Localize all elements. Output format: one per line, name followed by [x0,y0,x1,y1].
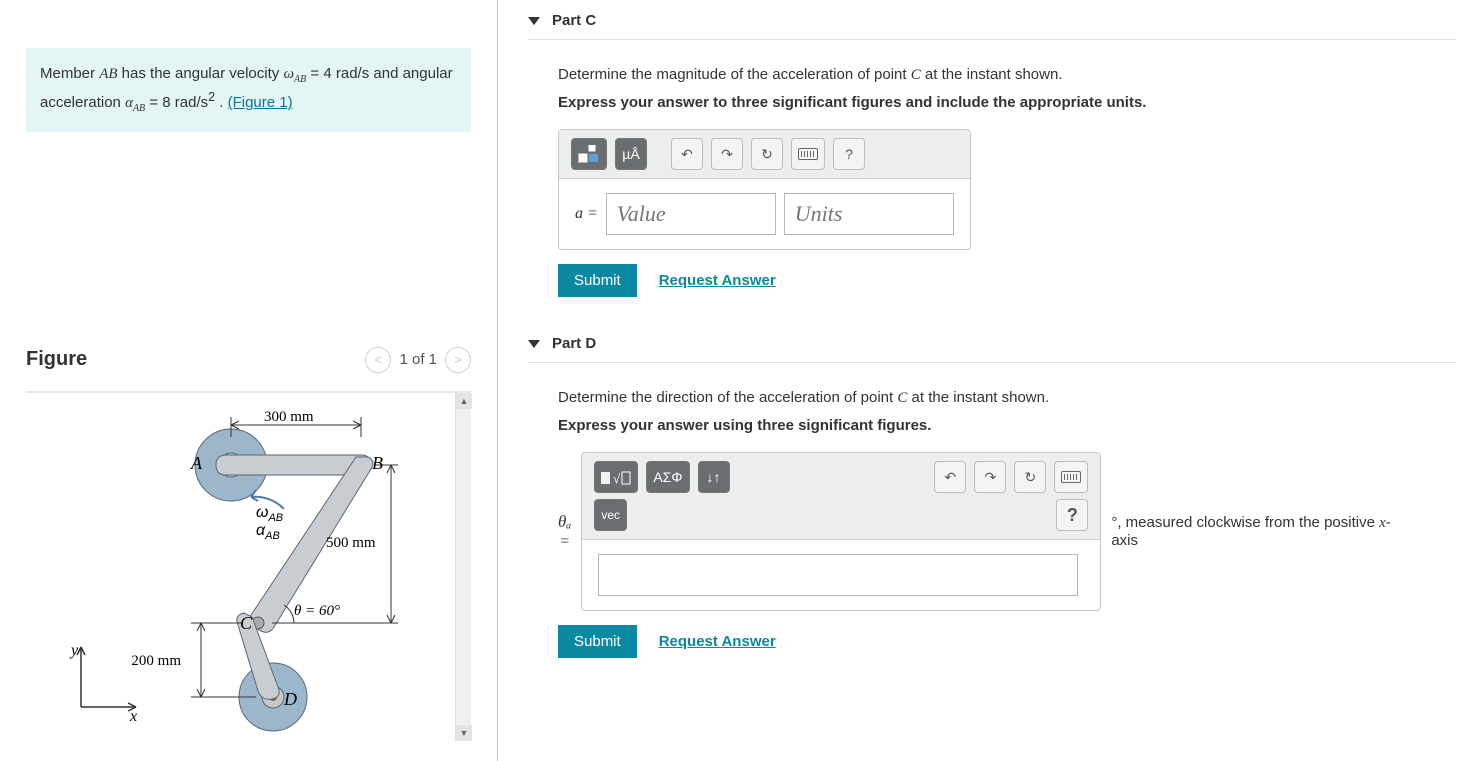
part-c-header[interactable]: Part C [528,0,1456,40]
omega-value: = 4 rad/s [306,65,369,82]
keyboard-button[interactable] [791,138,825,170]
var-omega: ω [283,66,294,82]
variable-theta-label: θₐ [558,512,571,532]
dim-200: 200 mm [131,653,181,669]
keyboard-button[interactable] [1054,461,1088,493]
text: . [215,94,228,111]
point-b-label: B [372,453,383,473]
scrollbar[interactable]: ▲ ▼ [455,393,471,741]
axis-y-label: y [69,642,79,659]
part-c-instruction: Express your answer to three significant… [558,94,1456,111]
reset-button[interactable]: ↻ [751,138,783,170]
submit-button[interactable]: Submit [558,625,637,658]
help-button[interactable]: ? [1056,499,1088,531]
figure-heading: Figure [26,348,87,371]
part-d-header[interactable]: Part D [528,323,1456,363]
part-d-answer-panel: √ ΑΣΦ ↓↑ ↶ ↷ ↻ vec ? [581,452,1101,611]
keyboard-icon [798,148,818,160]
point-d-label: D [283,689,297,709]
figure-pager: < 1 of 1 > [365,347,471,373]
math-templates-button[interactable]: √ [594,461,638,493]
pager-text: 1 of 1 [399,351,437,368]
var-omega-sub: AB [294,74,306,85]
part-c-title: Part C [552,12,596,29]
vec-button[interactable]: vec [594,499,627,531]
scroll-down-icon[interactable]: ▼ [456,725,472,741]
var-alpha: α [125,95,133,111]
alpha-value: = 8 rad/s [145,94,208,111]
scroll-up-icon[interactable]: ▲ [456,393,472,409]
reset-button[interactable]: ↻ [1014,461,1046,493]
undo-button[interactable]: ↶ [671,138,703,170]
svg-text:√: √ [613,471,621,486]
value-input[interactable] [606,193,776,235]
part-d-instruction: Express your answer using three signific… [558,417,1456,434]
submit-button[interactable]: Submit [558,264,637,297]
caret-down-icon[interactable] [528,340,540,348]
part-c-prompt: Determine the magnitude of the accelerat… [558,66,1456,84]
problem-statement: Member AB has the angular velocity ωAB =… [26,48,471,132]
equals-label: = [558,532,571,551]
text: has the angular velocity [118,65,284,82]
var-alpha-sub: AB [133,103,145,114]
dim-300: 300 mm [264,409,314,425]
undo-button[interactable]: ↶ [934,461,966,493]
request-answer-link[interactable]: Request Answer [659,633,776,650]
redo-button[interactable]: ↷ [974,461,1006,493]
theta-input[interactable] [598,554,1078,596]
point-c-label: C [240,613,253,633]
omega-label: ωAB [256,504,283,524]
caret-down-icon[interactable] [528,17,540,25]
theta-label: θ = 60° [294,603,340,619]
var-member: AB [99,66,117,82]
part-c-answer-panel: µÅ ↶ ↷ ↻ ? a = [558,129,971,250]
units-button[interactable]: µÅ [615,138,647,170]
figure-link[interactable]: (Figure 1) [228,94,293,111]
unit-suffix: °, measured clockwise from the positive … [1111,514,1411,549]
keyboard-icon [1061,471,1081,483]
text: Member [40,65,99,82]
request-answer-link[interactable]: Request Answer [659,272,776,289]
redo-button[interactable]: ↷ [711,138,743,170]
axis-x-label: x [129,708,137,725]
units-input[interactable] [784,193,954,235]
greek-button[interactable]: ΑΣΦ [646,461,689,493]
templates-button[interactable] [571,138,607,170]
part-d-prompt: Determine the direction of the accelerat… [558,389,1456,407]
help-button[interactable]: ? [833,138,865,170]
mechanism-diagram: y x [26,397,456,727]
alpha-label: αAB [256,522,280,542]
point-a-label: A [190,453,203,473]
dim-500: 500 mm [326,535,376,551]
figure-area: ▲ ▼ y x [26,391,471,741]
pager-prev-button[interactable]: < [365,347,391,373]
subscript-button[interactable]: ↓↑ [698,461,730,493]
variable-a-label: a = [575,205,598,223]
part-d-title: Part D [552,335,596,352]
pager-next-button[interactable]: > [445,347,471,373]
